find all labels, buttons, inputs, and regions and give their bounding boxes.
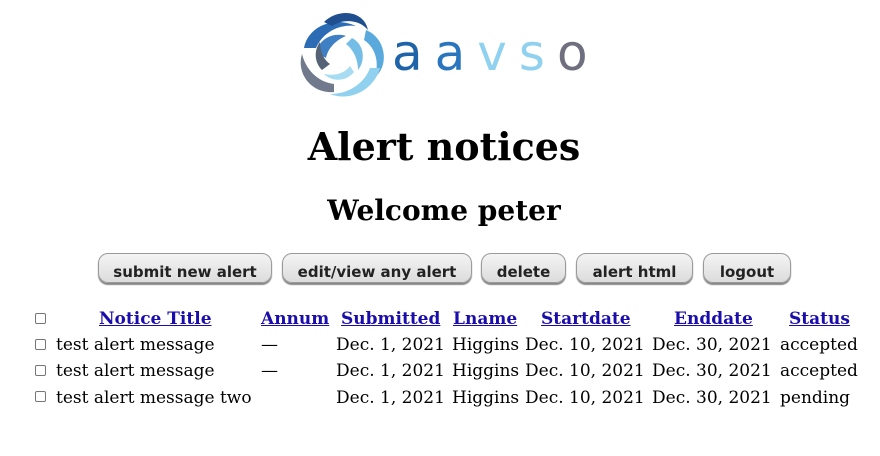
cell-status: pending xyxy=(780,388,851,408)
logo-letter: o xyxy=(556,24,600,82)
cell-lname: Higgins xyxy=(452,361,520,381)
row-checkbox[interactable] xyxy=(35,365,46,376)
cell-lname: Higgins xyxy=(452,335,520,355)
cell-annum: — xyxy=(261,335,278,355)
aavso-swirl-icon xyxy=(300,12,384,97)
header-status[interactable]: Status xyxy=(789,309,850,329)
cell-enddate: Dec. 30, 2021 xyxy=(652,335,772,355)
submit-new-alert-button[interactable]: submit new alert xyxy=(98,253,272,283)
cell-submitted: Dec. 1, 2021 xyxy=(336,361,445,381)
cell-title: test alert message xyxy=(56,335,215,355)
header-lname[interactable]: Lname xyxy=(453,309,517,329)
cell-submitted: Dec. 1, 2021 xyxy=(336,388,445,408)
cell-startdate: Dec. 10, 2021 xyxy=(525,335,645,355)
select-all-checkbox[interactable] xyxy=(35,313,46,324)
cell-title: test alert message xyxy=(56,361,215,381)
logout-button[interactable]: logout xyxy=(703,253,791,283)
cell-enddate: Dec. 30, 2021 xyxy=(652,361,772,381)
cell-status: accepted xyxy=(780,335,858,355)
cell-title: test alert message two xyxy=(56,388,252,408)
welcome-heading: Welcome peter xyxy=(327,194,561,227)
logo-letter: v xyxy=(477,24,519,82)
alert-html-button[interactable]: alert html xyxy=(576,253,693,283)
cell-submitted: Dec. 1, 2021 xyxy=(336,335,445,355)
logo-letter: a xyxy=(434,24,478,82)
page-title: Alert notices xyxy=(307,124,581,169)
header-submitted[interactable]: Submitted xyxy=(341,309,440,329)
cell-startdate: Dec. 10, 2021 xyxy=(525,361,645,381)
row-checkbox[interactable] xyxy=(35,391,46,402)
aavso-logo: aavso xyxy=(294,8,600,104)
cell-annum: — xyxy=(261,361,278,381)
logo-letter: s xyxy=(518,24,557,82)
cell-status: accepted xyxy=(780,361,858,381)
delete-button[interactable]: delete xyxy=(481,253,566,283)
header-annum[interactable]: Annum xyxy=(261,309,329,329)
cell-enddate: Dec. 30, 2021 xyxy=(652,388,772,408)
edit-view-alert-button[interactable]: edit/view any alert xyxy=(282,253,472,283)
logo-letter: a xyxy=(392,24,435,82)
cell-startdate: Dec. 10, 2021 xyxy=(525,388,645,408)
header-enddate[interactable]: Enddate xyxy=(674,309,753,329)
header-startdate[interactable]: Startdate xyxy=(541,309,631,329)
row-checkbox[interactable] xyxy=(35,339,46,350)
logo-wordmark: aavso xyxy=(392,28,600,78)
cell-lname: Higgins xyxy=(452,388,520,408)
header-notice-title[interactable]: Notice Title xyxy=(99,309,212,329)
